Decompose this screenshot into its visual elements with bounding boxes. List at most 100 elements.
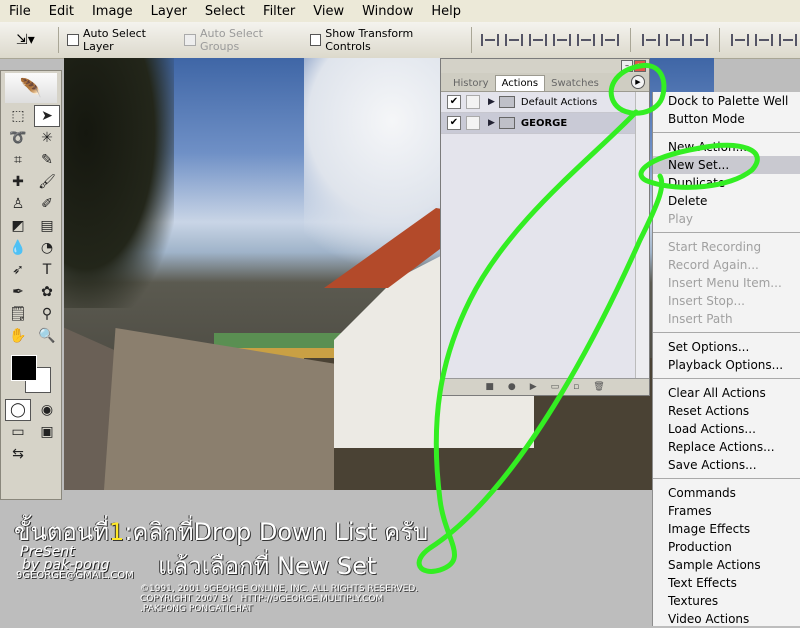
foreground-color-swatch[interactable] [11,355,37,381]
menu-item-reset-actions[interactable]: Reset Actions [653,402,800,420]
distribute-bottom-icon[interactable] [689,34,708,46]
custom-shape-tool-icon[interactable]: ✿ [34,281,60,303]
align-bottom-icon[interactable] [528,34,547,46]
record-icon[interactable]: ● [508,382,516,392]
menu-item-image-effects[interactable]: Image Effects [653,520,800,538]
magic-wand-tool-icon[interactable]: ✳ [34,127,60,149]
full-screen-mode-icon[interactable]: ▣ [34,421,60,443]
align-vcenter-icon[interactable] [504,34,523,46]
menu-view[interactable]: View [304,4,353,19]
new-set-icon[interactable]: ▭ [551,382,560,392]
distribute-right-icon[interactable] [778,34,797,46]
menu-file[interactable]: File [0,4,40,19]
folder-icon [498,117,515,129]
menu-item-textures[interactable]: Textures [653,592,800,610]
healing-brush-tool-icon[interactable]: ✚ [5,171,31,193]
dialog-toggle-checkbox[interactable] [466,95,480,109]
minimize-icon[interactable]: – [621,60,633,72]
new-action-icon[interactable]: ▫ [573,382,579,392]
jump-to-imageready-icon[interactable]: ⇆ [5,443,31,465]
menu-item-text-effects[interactable]: Text Effects [653,574,800,592]
eyedropper-tool-icon[interactable]: ⚲ [34,303,60,325]
distribute-left-icon[interactable] [730,34,749,46]
menu-item-new-set[interactable]: New Set... [653,156,800,174]
dodge-tool-icon[interactable]: ◔ [34,237,60,259]
expand-triangle-icon[interactable]: ▶ [488,118,495,128]
distribute-vcenter-icon[interactable] [665,34,684,46]
quick-mask-mode-icon[interactable]: ◉ [34,399,60,421]
history-brush-tool-icon[interactable]: ✐ [34,193,60,215]
menu-item-load-actions[interactable]: Load Actions... [653,420,800,438]
panel-titlebar[interactable]: – × [441,59,649,73]
menu-item-save-actions[interactable]: Save Actions... [653,456,800,474]
menu-edit[interactable]: Edit [40,4,83,19]
tab-swatches[interactable]: Swatches [545,76,605,91]
toggle-item-checkbox[interactable]: ✔ [447,116,461,130]
align-hcenter-icon[interactable] [576,34,595,46]
panel-scrollbar[interactable] [635,92,649,379]
menu-item-production[interactable]: Production [653,538,800,556]
show-transform-controls-checkbox[interactable]: Show Transform Controls [309,27,457,53]
distribute-hcenter-icon[interactable] [754,34,773,46]
crop-tool-icon[interactable]: ⌗ [5,149,31,171]
pen-tool-icon[interactable]: ✒ [5,281,31,303]
stop-icon[interactable]: ■ [485,382,494,392]
checkbox-box[interactable] [309,34,322,46]
menu-item-new-action[interactable]: New Action... [653,138,800,156]
menu-item-replace-actions[interactable]: Replace Actions... [653,438,800,456]
menu-item-button-mode[interactable]: Button Mode [653,110,800,128]
brush-tool-icon[interactable]: 🖌 [34,171,60,193]
action-set-row[interactable]: ✔ ▶ GEORGE [441,113,649,134]
slice-tool-icon[interactable]: ✎ [34,149,60,171]
path-selection-tool-icon[interactable]: ➶ [5,259,31,281]
move-tool-icon[interactable]: ⇲▾ [16,27,60,53]
menu-item-commands[interactable]: Commands [653,484,800,502]
trash-icon[interactable]: 🗑 [593,382,604,392]
align-right-icon[interactable] [600,34,619,46]
standard-mode-icon[interactable]: ◯ [5,399,31,421]
toggle-item-checkbox[interactable]: ✔ [447,95,461,109]
distribute-top-icon[interactable] [641,34,660,46]
menu-filter[interactable]: Filter [254,4,304,19]
menu-select[interactable]: Select [196,4,254,19]
lasso-tool-icon[interactable]: ➰ [5,127,31,149]
move-tool-icon[interactable]: ➤ [34,105,60,127]
menu-item-set-options[interactable]: Set Options... [653,338,800,356]
zoom-tool-icon[interactable]: 🔍 [34,325,60,347]
notes-tool-icon[interactable]: 🗒 [5,303,31,325]
checkbox-box[interactable] [184,34,197,46]
menu-item-video-actions[interactable]: Video Actions [653,610,800,628]
menu-item-dock-to-palette-well[interactable]: Dock to Palette Well [653,92,800,110]
screen-mode-icon[interactable]: ▭ [5,421,31,443]
tab-history[interactable]: History [447,76,495,91]
menu-item-playback-options[interactable]: Playback Options... [653,356,800,374]
menu-item-clear-all-actions[interactable]: Clear All Actions [653,384,800,402]
hand-tool-icon[interactable]: ✋ [5,325,31,347]
eraser-tool-icon[interactable]: ◩ [5,215,31,237]
align-top-icon[interactable] [480,34,499,46]
auto-select-layer-checkbox[interactable]: Auto Select Layer [67,27,176,53]
menu-item-delete[interactable]: Delete [653,192,800,210]
play-icon[interactable]: ▶ [530,382,537,392]
marquee-tool-icon[interactable]: ⬚ [5,105,31,127]
close-icon[interactable]: × [634,60,646,72]
menu-image[interactable]: Image [83,4,142,19]
expand-triangle-icon[interactable]: ▶ [488,97,495,107]
checkbox-box[interactable] [67,34,79,46]
type-tool-icon[interactable]: T [34,259,60,281]
blur-tool-icon[interactable]: 💧 [5,237,31,259]
align-left-icon[interactable] [552,34,571,46]
gradient-tool-icon[interactable]: ▤ [34,215,60,237]
menu-item-frames[interactable]: Frames [653,502,800,520]
dialog-toggle-checkbox[interactable] [466,116,480,130]
clone-stamp-tool-icon[interactable]: ♙ [5,193,31,215]
panel-menu-button[interactable]: ▶ [631,75,645,89]
menu-layer[interactable]: Layer [142,4,196,19]
menu-item-sample-actions[interactable]: Sample Actions [653,556,800,574]
action-set-row[interactable]: ✔ ▶ Default Actions [441,92,649,113]
auto-select-groups-checkbox[interactable]: Auto Select Groups [184,27,301,53]
menu-help[interactable]: Help [422,4,470,19]
menu-window[interactable]: Window [353,4,422,19]
menu-item-duplicate[interactable]: Duplicate [653,174,800,192]
tab-actions[interactable]: Actions [494,75,546,91]
